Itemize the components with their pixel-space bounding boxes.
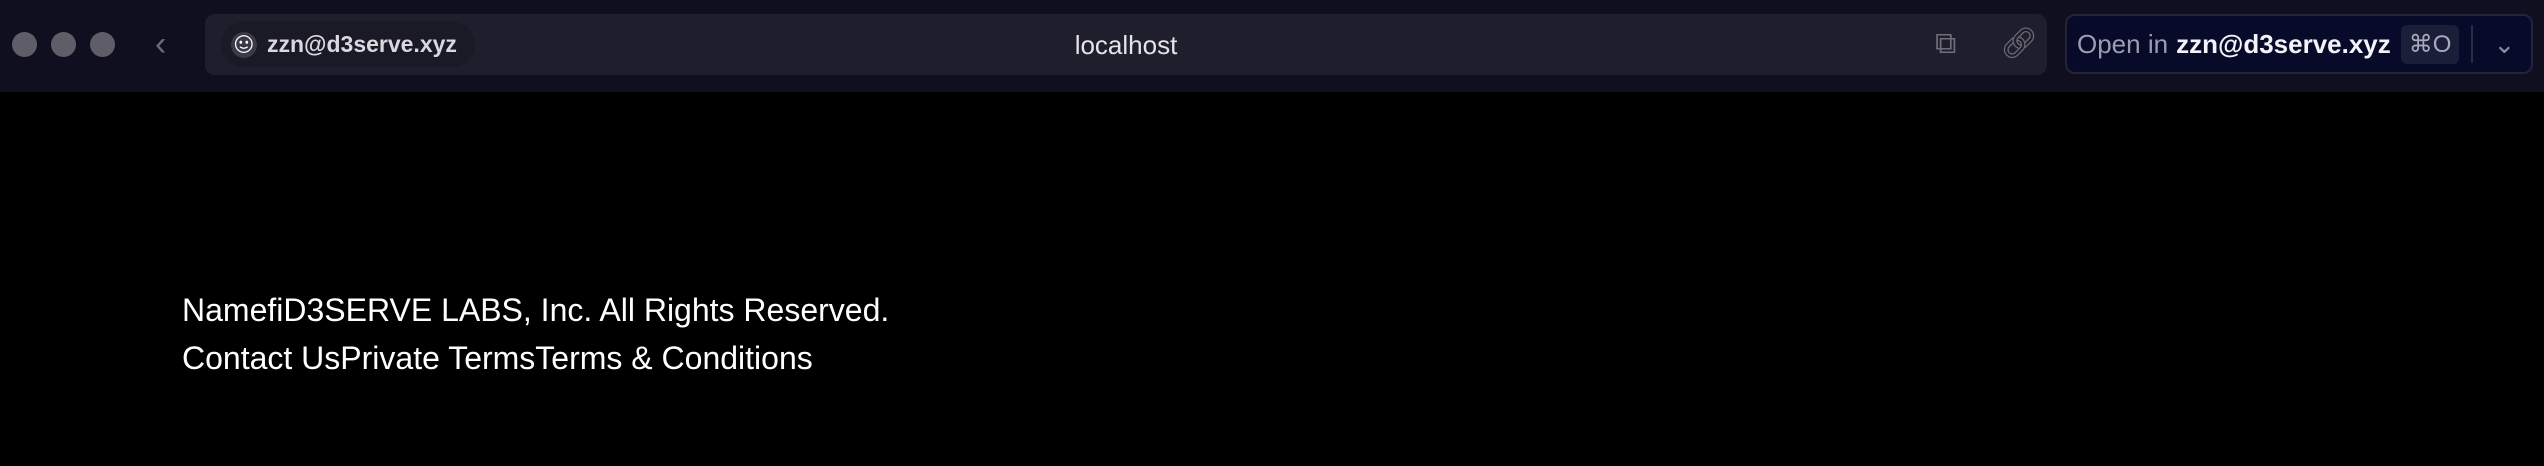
address-bar[interactable]: 🙂︎ zzn@d3serve.xyz localhost ⧉ 🔗︎: [205, 14, 2047, 75]
open-in-button[interactable]: Open in zzn@d3serve.xyz ⌘O ⌄: [2065, 14, 2533, 74]
zoom-window-button[interactable]: [90, 32, 115, 57]
divider: [2471, 25, 2474, 63]
terms-conditions-link[interactable]: Terms & Conditions: [535, 340, 812, 376]
private-terms-link[interactable]: Private Terms: [340, 340, 535, 376]
close-window-button[interactable]: [12, 32, 37, 57]
minimize-window-button[interactable]: [51, 32, 76, 57]
copyright-text: NamefiD3SERVE LABS, Inc. All Rights Rese…: [182, 292, 890, 328]
page-footer: NamefiD3SERVE LABS, Inc. All Rights Rese…: [182, 286, 889, 382]
open-in-target: zzn@d3serve.xyz: [2176, 28, 2391, 59]
back-chevron-icon[interactable]: ‹: [155, 26, 166, 62]
address-text[interactable]: localhost: [205, 30, 2047, 61]
link-icon[interactable]: 🔗︎: [2000, 28, 2038, 60]
browser-toolbar: ‹ 🙂︎ zzn@d3serve.xyz localhost ⧉ 🔗︎ Open…: [0, 0, 2544, 92]
chevron-down-icon[interactable]: ⌄: [2493, 29, 2515, 60]
open-in-prefix: Open in: [2077, 28, 2169, 59]
contact-us-link[interactable]: Contact Us: [182, 340, 340, 376]
shortcut-badge: ⌘O: [2400, 24, 2460, 64]
extension-puzzle-icon[interactable]: ⧉: [1935, 28, 1956, 60]
footer-links: Contact UsPrivate TermsTerms & Condition…: [182, 334, 889, 382]
